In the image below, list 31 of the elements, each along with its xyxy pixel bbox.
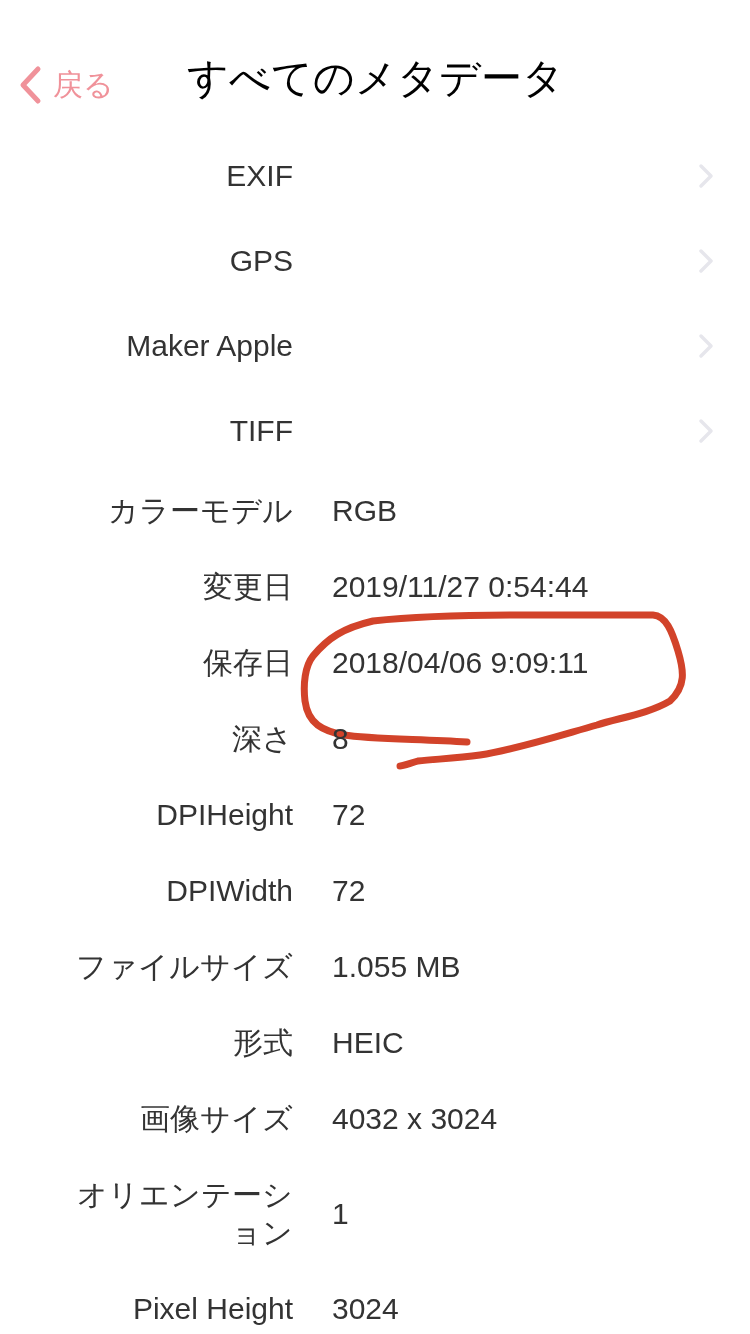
- field-label: 画像サイズ: [140, 1101, 293, 1137]
- field-label: 保存日: [203, 645, 293, 681]
- field-label: ファイルサイズ: [76, 949, 293, 985]
- chevron-left-icon: [18, 65, 42, 105]
- field-label: 形式: [233, 1025, 293, 1061]
- field-value: RGB: [332, 493, 398, 529]
- field-label: オリエンテーション: [76, 1177, 293, 1251]
- field-value: HEIC: [332, 1025, 405, 1061]
- field-label: DPIWidth: [166, 873, 293, 909]
- field-label: Pixel Height: [132, 1291, 293, 1327]
- field-value: 72: [332, 797, 367, 833]
- chevron-right-icon: [698, 247, 714, 274]
- field-value: 1.055 MB: [332, 949, 462, 985]
- chevron-right-icon: [698, 332, 714, 359]
- chevron-right-icon: [698, 162, 714, 189]
- field-label: DPIHeight: [156, 797, 293, 833]
- metadata-group-item[interactable]: Maker Apple: [0, 303, 750, 388]
- field-value: 2018/04/06 9:09:11: [332, 645, 590, 681]
- field-value: 2019/11/27 0:54:44: [332, 569, 590, 605]
- field-value: 72: [332, 873, 367, 909]
- field-label: 変更日: [203, 569, 293, 605]
- field-label: カラーモデル: [108, 493, 293, 529]
- metadata-group-item[interactable]: GPS: [0, 218, 750, 303]
- screen-title: すべてのメタデータ: [186, 54, 564, 103]
- field-value: 3024: [332, 1291, 400, 1327]
- metadata-group-item[interactable]: TIFF: [0, 388, 750, 473]
- metadata-group-item[interactable]: EXIF: [0, 133, 750, 218]
- field-value: 1: [332, 1196, 350, 1232]
- field-label: 深さ: [232, 721, 293, 757]
- field-value: 4032 x 3024: [332, 1101, 499, 1137]
- chevron-right-icon: [698, 417, 714, 444]
